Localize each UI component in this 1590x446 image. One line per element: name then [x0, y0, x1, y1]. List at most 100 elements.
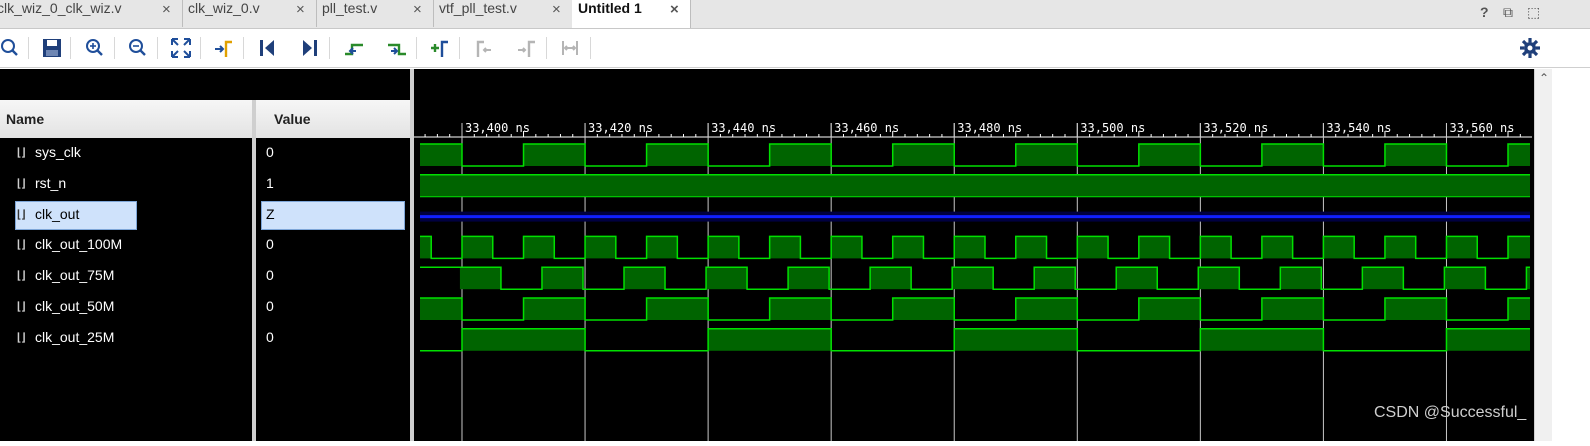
- close-tab-icon[interactable]: ×: [296, 1, 305, 18]
- signal-name: clk_out_25M: [35, 328, 115, 345]
- wave-high-fill: [420, 298, 462, 320]
- signal-value: 0: [266, 267, 274, 284]
- signal-name: clk_out_75M: [35, 267, 115, 284]
- wave-high-fill: [831, 236, 862, 259]
- tab-pll-test-v[interactable]: pll_test.v ×: [316, 0, 434, 27]
- vertical-scrollbar[interactable]: ⌃: [1534, 69, 1553, 441]
- toolbar-separator: [200, 37, 201, 59]
- wave-high-fill: [708, 236, 739, 259]
- wave-high-fill: [1384, 144, 1447, 166]
- settings-gear-icon[interactable]: [1518, 36, 1542, 60]
- signal-value: 1: [266, 174, 274, 191]
- wave-high-fill: [585, 236, 616, 259]
- editor-tab-bar: clk_wiz_0_clk_wiz.v × clk_wiz_0.v × pll_test…: [0, 0, 1590, 29]
- tab-clk-wiz-0-v[interactable]: clk_wiz_0.v ×: [182, 0, 317, 27]
- signal-type-icon: ⌊⌋: [17, 147, 26, 159]
- signal-row[interactable]: ⌊⌋ clk_out Z: [0, 200, 410, 231]
- signal-row[interactable]: ⌊⌋ clk_out_100M 0: [0, 230, 410, 261]
- wave-high-fill: [708, 328, 832, 351]
- wave-high-fill: [523, 298, 586, 320]
- tab-untitled-1[interactable]: Untitled 1 ×: [572, 0, 691, 28]
- signal-row[interactable]: ⌊⌋ rst_n 1: [0, 169, 410, 200]
- toolbar-separator: [28, 37, 29, 59]
- close-tab-icon[interactable]: ×: [552, 1, 561, 18]
- previous-transition-icon[interactable]: [342, 36, 366, 60]
- restore-icon[interactable]: ⧉: [1503, 4, 1513, 21]
- time-label: 33,420 ns: [588, 121, 653, 135]
- wave-high-fill: [870, 267, 912, 290]
- signal-type-icon: ⌊⌋: [17, 331, 26, 344]
- signal-row[interactable]: ⌊⌋ clk_out_75M 0: [0, 261, 410, 292]
- wave-high-fill: [1200, 328, 1324, 351]
- wave-high-fill: [420, 174, 1530, 197]
- tab-clk-wiz-0-clk-wiz-v[interactable]: clk_wiz_0_clk_wiz.v ×: [0, 0, 183, 27]
- signal-type-icon: ⌊⌋: [17, 270, 26, 283]
- signal-row[interactable]: ⌊⌋ sys_clk 0: [0, 138, 410, 169]
- time-label: 33,500 ns: [1080, 121, 1145, 135]
- previous-marker-icon: [476, 40, 491, 57]
- tab-label: Untitled 1: [578, 0, 642, 16]
- waveform-toolbar: [0, 29, 1590, 68]
- toolbar-separator: [416, 37, 417, 59]
- wave-high-fill: [459, 267, 501, 290]
- tab-label: clk_wiz_0.v: [188, 0, 260, 16]
- waveform-canvas[interactable]: 33,400 ns 33,420 ns 33,440 ns 33,460 ns 33,4…: [414, 69, 1534, 441]
- right-margin: [1552, 69, 1590, 441]
- search-icon[interactable]: [0, 36, 24, 60]
- save-icon[interactable]: [40, 36, 64, 60]
- wave-high-fill: [769, 144, 832, 166]
- wave-high-fill: [952, 267, 994, 290]
- wave-high-fill: [1015, 298, 1078, 320]
- signal-type-icon: ⌊⌋: [17, 301, 26, 313]
- name-column-header[interactable]: Name: [0, 100, 252, 138]
- time-label: 33,440 ns: [711, 121, 776, 135]
- wave-high-fill: [1198, 267, 1240, 290]
- close-tab-icon[interactable]: ×: [162, 1, 171, 18]
- swap-cursors-icon: [562, 41, 578, 55]
- go-to-last-time-icon[interactable]: [298, 36, 322, 60]
- close-tab-icon[interactable]: ×: [413, 1, 422, 18]
- wave-high-fill: [461, 236, 493, 259]
- wave-high-fill: [1446, 236, 1478, 259]
- zoom-out-icon[interactable]: [126, 36, 150, 60]
- next-transition-icon[interactable]: [385, 36, 409, 60]
- signal-name: clk_out: [35, 205, 80, 222]
- wave-high-fill: [1138, 144, 1201, 166]
- wave-high-fill: [1280, 267, 1322, 290]
- next-marker-icon: [518, 40, 535, 57]
- add-marker-icon[interactable]: [428, 36, 452, 60]
- wave-high-fill: [1138, 236, 1170, 259]
- zoom-fit-icon[interactable]: [169, 36, 193, 60]
- wave-high-fill: [646, 298, 709, 320]
- wave-high-fill: [1323, 236, 1355, 259]
- waveform-pane[interactable]: 33,400 ns 33,420 ns 33,440 ns 33,460 ns 33,4…: [414, 69, 1534, 441]
- close-tab-icon[interactable]: ×: [670, 1, 679, 18]
- wave-high-fill: [1384, 298, 1447, 320]
- tab-label: clk_wiz_0_clk_wiz.v: [0, 0, 122, 16]
- time-label: 33,400 ns: [465, 121, 530, 135]
- watermark: CSDN @Successful_: [1374, 404, 1527, 421]
- wave-high-fill: [769, 236, 801, 259]
- signal-row[interactable]: ⌊⌋ clk_out_25M 0: [0, 323, 410, 354]
- wave-high-fill: [1508, 144, 1530, 166]
- time-label: 33,480 ns: [957, 121, 1022, 135]
- zoom-in-icon[interactable]: [83, 36, 107, 60]
- wave-high-fill: [1200, 236, 1232, 259]
- float-window-icon[interactable]: ⬚: [1527, 4, 1540, 21]
- wave-trace: [420, 143, 1530, 167]
- help-icon[interactable]: ?: [1480, 4, 1489, 20]
- time-label: 33,460 ns: [834, 121, 899, 135]
- wave-high-fill: [523, 144, 586, 166]
- scroll-up-icon[interactable]: ⌃: [1539, 71, 1549, 85]
- wave-high-fill: [954, 328, 1078, 351]
- tab-label: vtf_pll_test.v: [439, 0, 517, 16]
- value-column-header[interactable]: Value: [256, 100, 410, 138]
- time-label: 33,540 ns: [1326, 121, 1391, 135]
- tab-vtf-pll-test-v[interactable]: vtf_pll_test.v ×: [433, 0, 573, 27]
- wave-high-fill: [624, 267, 666, 290]
- go-to-time-zero-icon[interactable]: [255, 36, 279, 60]
- wave-high-fill: [646, 236, 678, 259]
- toolbar-separator: [157, 37, 158, 59]
- signal-row[interactable]: ⌊⌋ clk_out_50M 0: [0, 292, 410, 323]
- go-to-cursor-icon[interactable]: [212, 36, 236, 60]
